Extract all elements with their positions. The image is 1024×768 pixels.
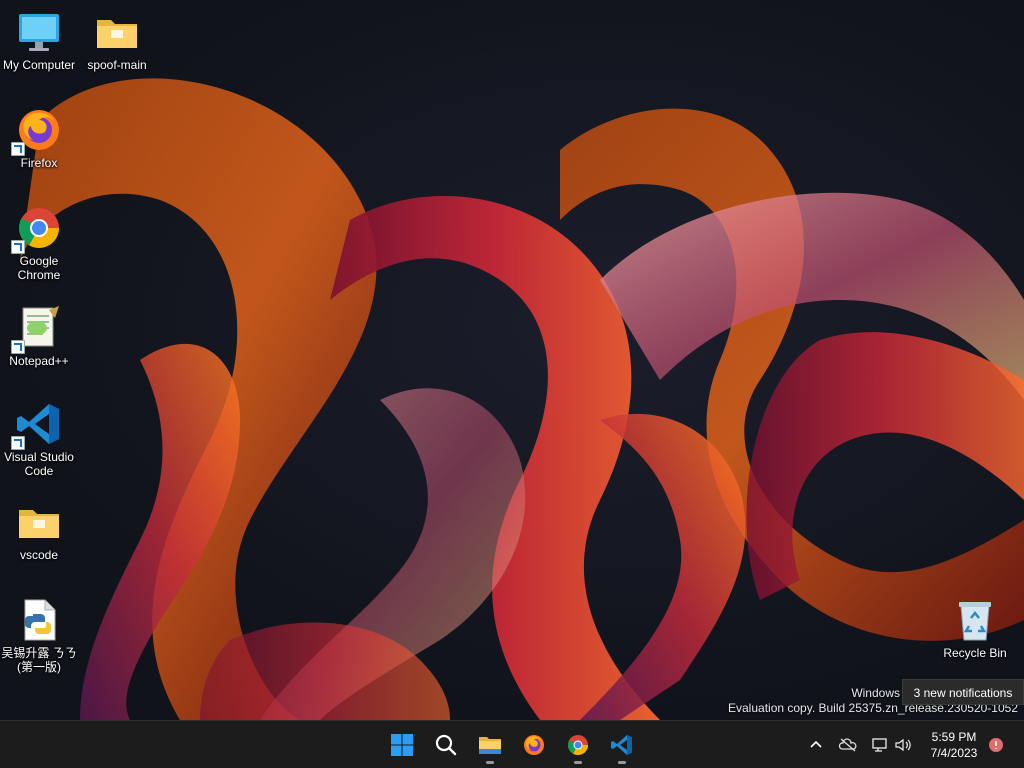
- running-indicator: [574, 761, 582, 764]
- desktop-icon-python-file[interactable]: 吴锡升露 ㄋㄋ(第一版): [1, 596, 77, 674]
- shortcut-arrow-icon: [11, 340, 25, 354]
- desktop-icon-my-computer[interactable]: My Computer: [1, 8, 77, 72]
- notification-tooltip: 3 new notifications: [902, 679, 1024, 705]
- notepadpp-icon: [11, 304, 63, 354]
- desktop-icon-label: Google Chrome: [17, 254, 61, 282]
- computer-icon: [15, 8, 63, 56]
- volume-tray-button[interactable]: [893, 735, 913, 755]
- onedrive-tray-button[interactable]: [838, 735, 858, 755]
- desktop-icon-label: spoof-main: [87, 58, 147, 72]
- desktop-icon-label: My Computer: [2, 58, 76, 72]
- network-icon: [872, 738, 887, 752]
- desktop-icon-label: vscode: [19, 548, 59, 562]
- desktop-icon-label: Visual Studio Code: [4, 450, 74, 478]
- wallpaper-ribbons: [20, 78, 1024, 720]
- desktop-icon-firefox[interactable]: Firefox: [1, 106, 77, 170]
- clock-time: 5:59 PM: [931, 730, 977, 744]
- desktop-icon-label: Firefox: [20, 156, 58, 170]
- firefox-icon: [524, 735, 544, 755]
- desktop-icon-label: 吴锡升露 ㄋㄋ(第一版): [1, 646, 77, 674]
- chrome-icon: [568, 735, 588, 755]
- taskbar-firefox[interactable]: [514, 725, 554, 765]
- folder-icon: [93, 8, 141, 56]
- recycle-bin-icon: [951, 596, 999, 644]
- running-indicator: [486, 761, 494, 764]
- firefox-icon: [11, 106, 63, 156]
- desktop-icon-visual-studio-code[interactable]: Visual Studio Code: [1, 400, 77, 478]
- search-button[interactable]: [426, 725, 466, 765]
- start-button[interactable]: [382, 725, 422, 765]
- onedrive-offline-icon: [838, 738, 857, 752]
- chrome-icon: [11, 204, 63, 254]
- python-file-icon: [15, 596, 63, 644]
- taskbar-file-explorer[interactable]: [470, 725, 510, 765]
- taskbar-vscode[interactable]: [602, 725, 642, 765]
- search-icon: [435, 734, 457, 756]
- vscode-icon: [11, 400, 63, 450]
- chevron-up-icon: [810, 740, 822, 748]
- desktop-icon-label: Recycle Bin: [943, 646, 1007, 660]
- file-explorer-icon: [479, 737, 501, 754]
- shortcut-arrow-icon: [11, 240, 25, 254]
- taskbar-chrome[interactable]: [558, 725, 598, 765]
- desktop-icon-vscode-folder[interactable]: vscode: [1, 498, 77, 562]
- desktop-icon-google-chrome[interactable]: Google Chrome: [1, 204, 77, 282]
- desktop-icon-spoof-main[interactable]: spoof-main: [79, 8, 155, 72]
- shortcut-arrow-icon: [11, 436, 25, 450]
- desktop-icon-notepadpp[interactable]: Notepad++: [1, 304, 77, 368]
- show-hidden-icons-button[interactable]: [806, 735, 826, 755]
- taskbar: 5:59 PM 7/4/2023: [0, 720, 1024, 768]
- folder-icon: [15, 498, 63, 546]
- desktop-icon-label: Notepad++: [9, 354, 69, 368]
- volume-icon: [895, 738, 911, 752]
- system-clock[interactable]: 5:59 PM 7/4/2023: [922, 729, 986, 761]
- start-icon: [391, 734, 413, 756]
- desktop[interactable]: My Computer spoof-main Firefox Google Ch…: [0, 0, 1024, 720]
- network-tray-button[interactable]: [870, 735, 890, 755]
- clock-date: 7/4/2023: [930, 746, 978, 760]
- notification-badge-icon: [989, 738, 1003, 752]
- notification-center-button[interactable]: [986, 735, 1006, 755]
- running-indicator: [618, 761, 626, 764]
- desktop-icon-recycle-bin[interactable]: Recycle Bin: [937, 596, 1013, 660]
- shortcut-arrow-icon: [11, 142, 25, 156]
- vscode-icon: [611, 735, 632, 755]
